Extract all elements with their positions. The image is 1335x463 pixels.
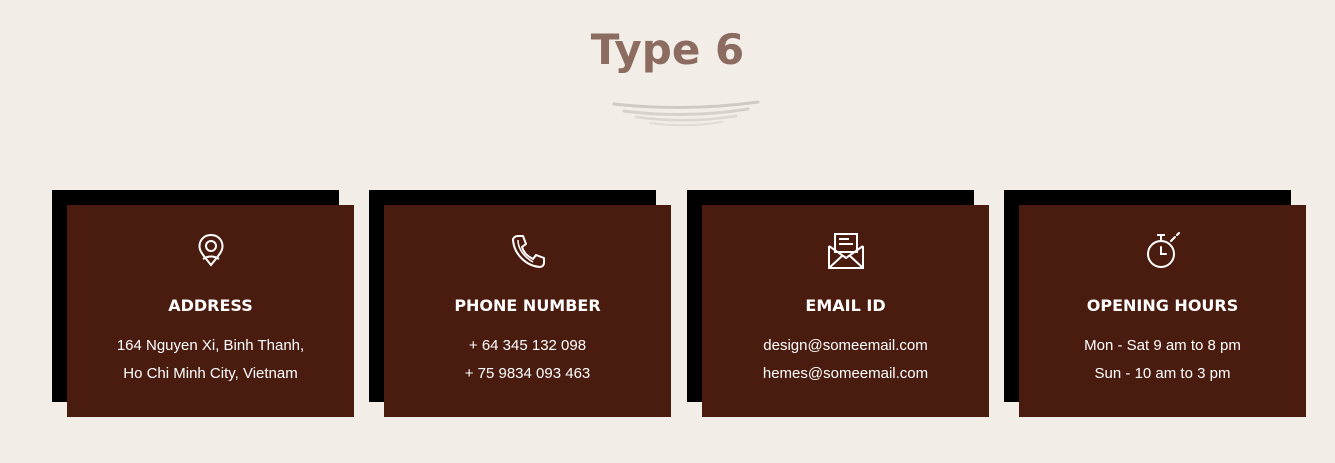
card-text-line: hemes@someemail.com	[762, 365, 929, 382]
card-title: EMAIL ID	[805, 296, 886, 315]
location-pin-icon	[67, 231, 354, 271]
card-title: OPENING HOURS	[1086, 296, 1239, 315]
stopwatch-icon	[1019, 231, 1306, 271]
card-text-line: + 75 9834 093 463	[464, 365, 591, 382]
card-title: PHONE NUMBER	[454, 296, 601, 315]
phone-card: PHONE NUMBER + 64 345 132 098 + 75 9834 …	[369, 190, 671, 417]
card-text-line: 164 Nguyen Xi, Binh Thanh,	[116, 337, 305, 354]
email-card: EMAIL ID design@someemail.com hemes@some…	[687, 190, 989, 417]
opening-hours-card: OPENING HOURS Mon - Sat 9 am to 8 pm Sun…	[1004, 190, 1306, 417]
envelope-icon	[702, 231, 989, 271]
card-body: ADDRESS 164 Nguyen Xi, Binh Thanh, Ho Ch…	[67, 205, 354, 417]
card-text-line: + 64 345 132 098	[468, 337, 587, 354]
card-text-line: Mon - Sat 9 am to 8 pm	[1084, 337, 1241, 354]
card-title: ADDRESS	[168, 296, 253, 315]
wave-divider-icon	[612, 100, 760, 127]
card-body: PHONE NUMBER + 64 345 132 098 + 75 9834 …	[384, 205, 671, 417]
address-card: ADDRESS 164 Nguyen Xi, Binh Thanh, Ho Ch…	[52, 190, 354, 417]
card-body: OPENING HOURS Mon - Sat 9 am to 8 pm Sun…	[1019, 205, 1306, 417]
phone-icon	[384, 231, 671, 271]
section-title: Type 6	[590, 25, 745, 74]
card-body: EMAIL ID design@someemail.com hemes@some…	[702, 205, 989, 417]
card-text-line: design@someemail.com	[763, 337, 928, 354]
card-text-line: Ho Chi Minh City, Vietnam	[123, 365, 298, 382]
card-text-line: Sun - 10 am to 3 pm	[1094, 365, 1231, 382]
